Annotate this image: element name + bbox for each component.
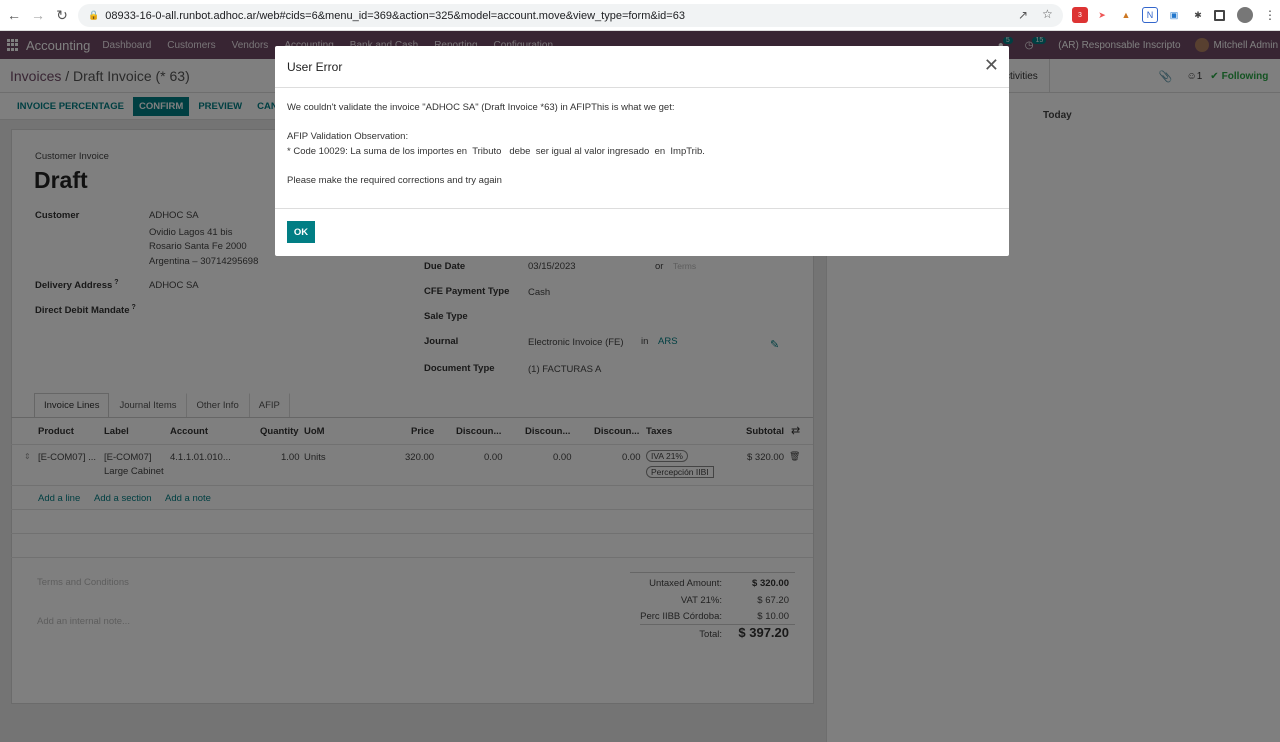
dialog-footer-divider xyxy=(275,208,1009,209)
extension-icon[interactable]: ▣ xyxy=(1166,7,1182,23)
afip-observation-heading: AFIP Validation Observation: xyxy=(287,131,409,143)
kebab-menu-icon[interactable]: ⋮ xyxy=(1262,7,1278,23)
afip-observation-code: * Code 10029: La suma de los importes en… xyxy=(287,145,705,157)
dialog-header-divider xyxy=(275,87,1009,88)
forward-arrow-icon[interactable]: → xyxy=(28,5,48,25)
dialog-title: User Error xyxy=(287,60,343,74)
sidebar-toggle-icon[interactable] xyxy=(1214,10,1225,21)
dialog-body: We couldn't validate the invoice "ADHOC … xyxy=(287,101,705,189)
extension-icon[interactable]: N xyxy=(1142,7,1158,23)
error-message-line: We couldn't validate the invoice "ADHOC … xyxy=(287,102,675,113)
close-icon[interactable]: ✕ xyxy=(984,55,999,76)
puzzle-icon[interactable]: ✱ xyxy=(1190,7,1206,23)
ok-button[interactable]: OK xyxy=(287,221,315,243)
url-text: 08933-16-0-all.runbot.adhoc.ar/web#cids=… xyxy=(105,9,685,22)
correction-instruction: Please make the required corrections and… xyxy=(287,174,502,186)
browser-toolbar: ← → ↻ 🔒 08933-16-0-all.runbot.adhoc.ar/w… xyxy=(0,0,1280,31)
user-error-dialog: User Error ✕ We couldn't validate the in… xyxy=(275,46,1009,256)
share-icon[interactable]: ↗ xyxy=(1018,8,1028,22)
profile-avatar-icon[interactable] xyxy=(1237,7,1253,23)
address-bar[interactable]: 🔒 08933-16-0-all.runbot.adhoc.ar/web#cid… xyxy=(78,4,1063,27)
lock-icon: 🔒 xyxy=(88,10,100,20)
reload-icon[interactable]: ↻ xyxy=(52,5,72,25)
extension-icon[interactable]: 3 xyxy=(1072,7,1088,23)
bookmark-star-icon[interactable]: ☆ xyxy=(1042,7,1053,21)
back-arrow-icon[interactable]: ← xyxy=(4,5,24,25)
extension-badge: 3 xyxy=(1078,11,1082,19)
extension-icon[interactable]: ▲ xyxy=(1118,7,1134,23)
extension-icon[interactable]: ➤ xyxy=(1094,7,1110,23)
